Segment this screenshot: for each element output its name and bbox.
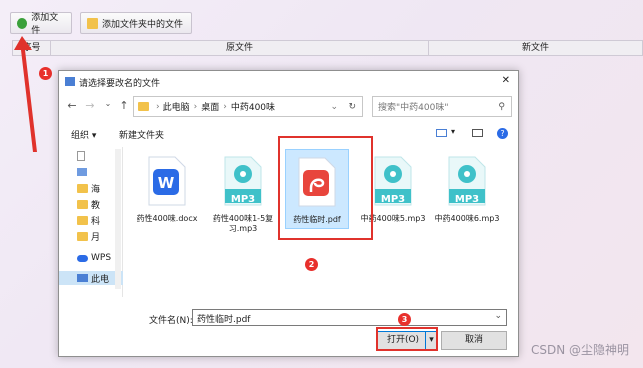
forward-arrow-icon[interactable]: → xyxy=(83,99,97,115)
file-name: 中药400味6.mp3 xyxy=(434,214,500,223)
step-badge-2: 2 xyxy=(305,258,318,271)
folder-icon xyxy=(77,215,88,225)
navigation-pane: 海 教 科 月 WPS 此电 xyxy=(59,147,123,297)
dialog-titlebar: 请选择要改名的文件 ✕ xyxy=(59,71,518,93)
file-name: 药性400味.docx xyxy=(136,214,198,223)
step-badge-3: 3 xyxy=(398,313,411,326)
computer-icon xyxy=(77,274,88,282)
search-icon: ⚲ xyxy=(498,101,505,112)
folder-icon xyxy=(77,199,88,209)
arrow-to-add-file xyxy=(14,36,37,152)
organize-button[interactable]: 组织 ▾ xyxy=(71,128,96,141)
search-placeholder: 搜索"中药400味" xyxy=(378,103,449,113)
file-item-mp3-1[interactable]: MP3 药性400味1-5复习.mp3 xyxy=(207,155,279,234)
filename-label: 文件名(N): xyxy=(149,316,193,326)
address-bar[interactable]: › 此电脑 › 桌面 › 中药400味 ⌄ ↻ xyxy=(133,96,363,117)
wps-word-icon: W xyxy=(148,156,186,206)
view-icon[interactable] xyxy=(436,129,447,137)
document-icon xyxy=(77,151,85,161)
chevron-down-icon[interactable]: ▾ xyxy=(451,127,455,136)
nav-item-pinned-2[interactable] xyxy=(77,165,87,179)
cancel-button[interactable]: 取消 xyxy=(441,331,507,350)
nav-item-label: 此电 xyxy=(91,274,110,285)
mp3-label: MP3 xyxy=(230,194,256,205)
folder-icon xyxy=(77,231,88,241)
nav-item-folder-4[interactable]: 月 xyxy=(77,229,100,243)
new-folder-button[interactable]: 新建文件夹 xyxy=(119,128,164,141)
address-row: ← → ⌄ ↑ › 此电脑 › 桌面 › 中药400味 ⌄ ↻ 搜索"中药400… xyxy=(59,96,518,118)
step-badge-1: 1 xyxy=(39,67,52,80)
filename-input[interactable]: 药性临时.pdf ⌄ xyxy=(192,309,507,326)
cloud-icon xyxy=(77,254,88,262)
chevron-down-icon[interactable]: ⌄ xyxy=(330,102,338,112)
breadcrumb-desktop[interactable]: 桌面 xyxy=(201,100,219,113)
filename-value: 药性临时.pdf xyxy=(197,315,251,325)
back-arrow-icon[interactable]: ← xyxy=(65,99,79,115)
nav-item-label: 月 xyxy=(91,232,101,243)
nav-item-pinned[interactable] xyxy=(77,149,85,163)
file-item-mp3-3[interactable]: MP3 中药400味6.mp3 xyxy=(431,155,503,224)
folder-icon xyxy=(138,102,149,111)
nav-item-folder-3[interactable]: 科 xyxy=(77,213,100,227)
nav-item-folder-2[interactable]: 教 xyxy=(77,197,100,211)
help-icon[interactable]: ? xyxy=(497,128,508,139)
file-item-docx[interactable]: W 药性400味.docx xyxy=(131,155,203,224)
search-box[interactable]: 搜索"中药400味" ⚲ xyxy=(372,96,512,117)
chevron-down-icon[interactable]: ⌄ xyxy=(101,99,115,115)
nav-item-label: 教 xyxy=(91,200,101,211)
up-arrow-icon[interactable]: ↑ xyxy=(117,99,131,115)
file-name: 药性400味1-5复习.mp3 xyxy=(212,214,274,233)
highlight-pdf-file xyxy=(278,136,373,240)
watermark: CSDN @尘隐神明 xyxy=(530,343,629,357)
chevron-down-icon[interactable]: ⌄ xyxy=(494,311,502,321)
close-icon[interactable]: ✕ xyxy=(502,75,510,86)
nav-item-label: 海 xyxy=(91,184,101,195)
nav-item-folder-1[interactable]: 海 xyxy=(77,181,100,195)
nav-scrollbar[interactable] xyxy=(115,149,121,289)
picture-icon xyxy=(77,168,87,176)
dialog-app-icon xyxy=(65,77,75,86)
breadcrumb-pc[interactable]: 此电脑 xyxy=(163,100,190,113)
mp3-label: MP3 xyxy=(454,194,480,205)
nav-item-this-pc[interactable]: 此电 xyxy=(59,271,123,285)
nav-item-label: WPS xyxy=(91,253,112,263)
cancel-label: 取消 xyxy=(464,335,483,345)
preview-pane-icon[interactable] xyxy=(472,129,483,137)
dialog-title: 请选择要改名的文件 xyxy=(79,79,161,89)
nav-item-wps[interactable]: WPS xyxy=(77,251,111,265)
folder-icon xyxy=(77,183,88,193)
breadcrumb-folder[interactable]: 中药400味 xyxy=(231,100,275,113)
highlight-open-button xyxy=(376,327,438,351)
nav-item-label: 科 xyxy=(91,216,101,227)
refresh-icon[interactable]: ↻ xyxy=(348,102,356,112)
svg-text:W: W xyxy=(158,174,175,192)
